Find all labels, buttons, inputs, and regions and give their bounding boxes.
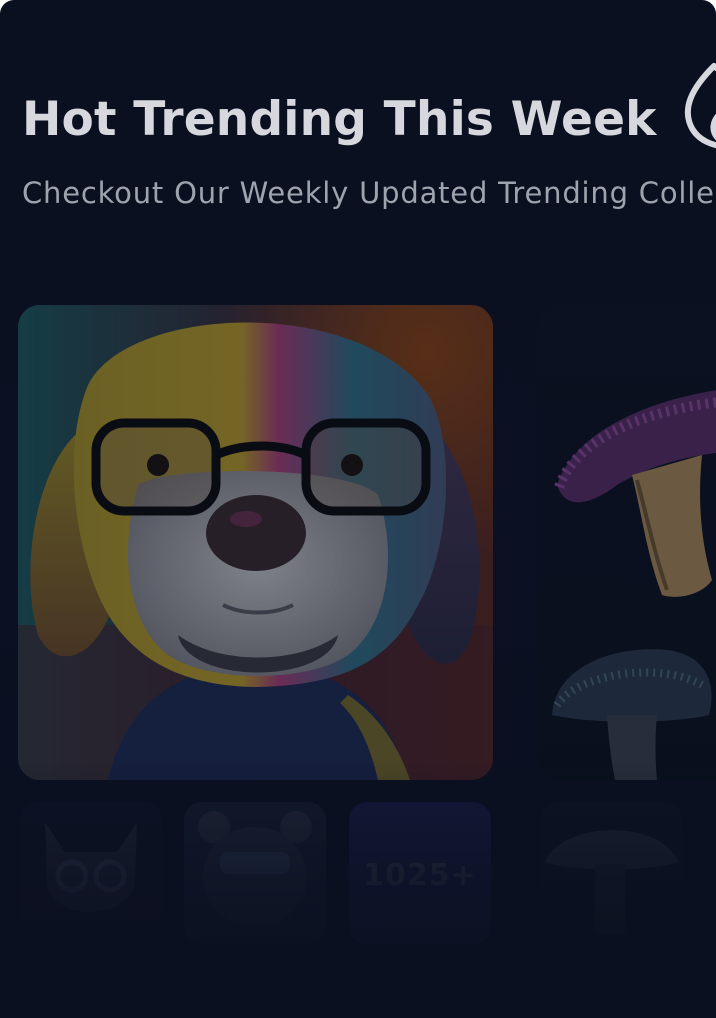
thumbnail-more[interactable]: 1025+ xyxy=(349,802,491,944)
thumbnail-bear[interactable] xyxy=(184,802,326,944)
featured-card-dog[interactable] xyxy=(18,305,493,780)
card-overlay xyxy=(537,305,716,780)
cat-artwork-image xyxy=(45,822,137,912)
page-title: Hot Trending This Week xyxy=(22,92,657,147)
featured-card-mushroom[interactable] xyxy=(537,305,716,780)
thumbnail-mushroom[interactable] xyxy=(540,802,682,944)
thumbnail-cat[interactable] xyxy=(20,802,162,944)
mushroom-small-artwork-image xyxy=(545,830,678,934)
trending-section: Hot Trending This Week Checkout Our Week… xyxy=(0,0,716,1018)
bear-artwork-image xyxy=(198,811,312,927)
page-subtitle: Checkout Our Weekly Updated Trending Col… xyxy=(22,176,715,210)
flame-icon xyxy=(684,63,716,149)
card-overlay xyxy=(18,305,493,780)
more-count-label: 1025+ xyxy=(363,858,477,893)
